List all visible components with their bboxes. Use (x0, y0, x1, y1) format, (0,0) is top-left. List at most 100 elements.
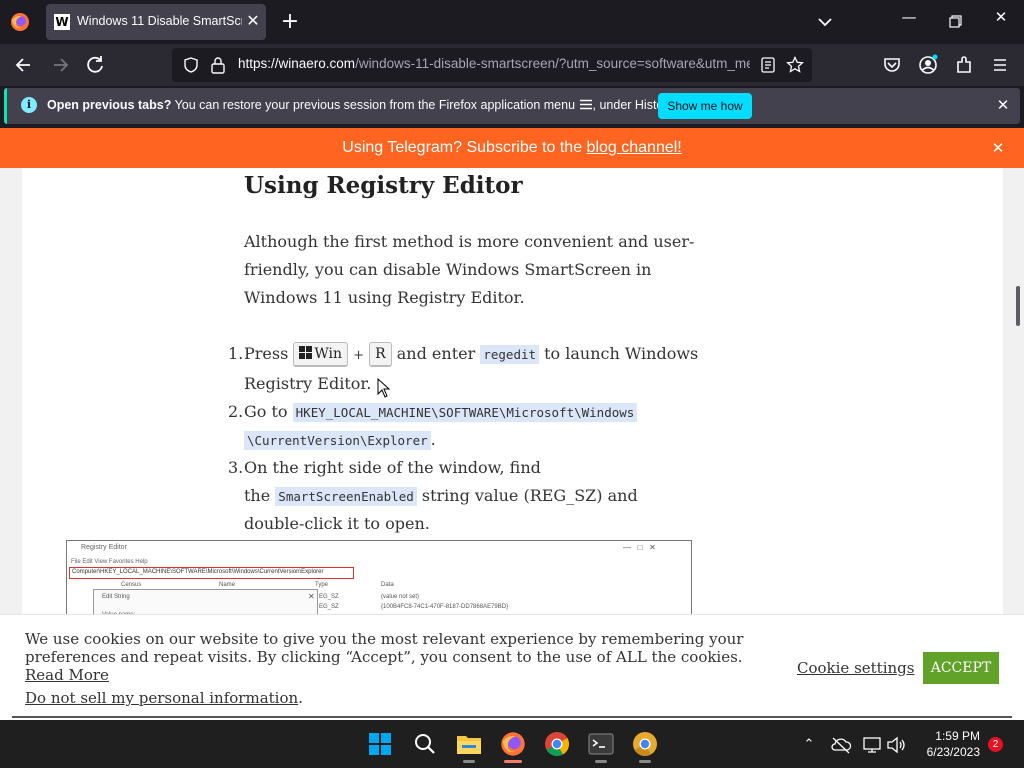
screenshot-col-data: Data (381, 582, 394, 588)
accept-cookies-button[interactable]: ACCEPT (923, 652, 999, 684)
volume-speaker-icon[interactable] (885, 734, 907, 756)
key-plus: + (353, 348, 365, 363)
smartscreenenabled-code: SmartScreenEnabled (275, 487, 417, 506)
intro-line-1: Although the first method is more conven… (244, 232, 695, 251)
step-3-line-3: double-click it to open. (244, 514, 430, 533)
url-path: /windows-11-disable-smartscreen/?utm_sou… (355, 56, 750, 71)
reader-view-icon[interactable] (760, 57, 776, 73)
window-restore-icon[interactable] (940, 8, 970, 36)
key-win-label: Win (314, 346, 343, 362)
screenshot-window-controls-icon: — □ ✕ (623, 543, 656, 552)
firefox-menu-icon[interactable] (10, 12, 30, 32)
step-3-text-a: the (244, 486, 276, 505)
notification-close-icon[interactable]: ✕ (993, 95, 1013, 115)
tab-close-icon[interactable]: ✕ (245, 12, 261, 30)
page-scrollbar-thumb[interactable] (1016, 286, 1020, 326)
forward-arrow-icon[interactable] (46, 52, 74, 78)
navigation-toolbar: https://winaero.com/windows-11-disable-s… (0, 44, 1024, 86)
terminal-running-indicator (595, 760, 607, 763)
cookie-consent-banner: We use cookies on our website to give yo… (0, 614, 1024, 720)
restore-session-notification: i Open previous tabs? You can restore yo… (4, 88, 1020, 124)
key-win: Win (293, 342, 349, 367)
back-arrow-icon[interactable] (10, 52, 38, 78)
clock-date: 6/23/2023 (926, 745, 980, 759)
step-1-line-1: Press Win + R and enter regedit to launc… (244, 340, 698, 368)
search-icon[interactable] (409, 728, 441, 760)
screenshot-dialog-close-icon: ✕ (308, 592, 315, 601)
read-more-link[interactable]: Read More (25, 666, 109, 684)
cookie-text-line-2: preferences and repeat visits. By clicki… (25, 648, 743, 666)
step-2-text: Go to (244, 402, 293, 421)
windows-logo-icon (299, 346, 313, 359)
new-tab-plus-icon[interactable]: + (278, 10, 302, 34)
chrome-logo-icon (545, 732, 570, 757)
step-2-line-1: Go to HKEY_LOCAL_MACHINE\SOFTWARE\Micros… (244, 402, 638, 422)
tracking-protection-shield-icon[interactable] (182, 56, 200, 74)
telegram-banner: Using Telegram? Subscribe to the blog ch… (0, 128, 1024, 168)
screenshot-tree-item: Census (121, 582, 142, 588)
registry-path-code-2: \CurrentVersion\Explorer (244, 431, 431, 450)
screenshot-menu: File Edit View Favorites Help (71, 559, 148, 565)
url-bar[interactable]: https://winaero.com/windows-11-disable-s… (172, 48, 812, 82)
canary-running-indicator (639, 760, 651, 763)
network-monitor-icon[interactable] (861, 734, 883, 756)
step-3-line-2: the SmartScreenEnabled string value (REG… (244, 486, 638, 506)
cookie-settings-link[interactable]: Cookie settings (797, 659, 914, 677)
notification-count-badge[interactable]: 2 (988, 737, 1003, 752)
show-me-how-button[interactable]: Show me how (658, 93, 752, 119)
system-clock[interactable]: 1:59 PM 6/23/2023 (908, 728, 980, 762)
account-avatar-icon[interactable] (914, 52, 942, 78)
screenshot-type-2: EG_SZ (319, 604, 339, 610)
firefox-active-indicator (504, 760, 522, 763)
screenshot-data-2: {100B4FC8-74C1-470F-8187-DD7868AE79BD} (381, 604, 509, 610)
screenshot-dialog-title: Edit String (102, 594, 130, 600)
url-host: https://winaero.com (238, 56, 356, 71)
step-3-text-b: string value (REG_SZ) and (416, 486, 638, 505)
file-explorer-folder-icon[interactable] (453, 728, 485, 763)
list-all-tabs-chevron-down-icon[interactable] (812, 10, 838, 34)
firefox-logo-icon (501, 732, 525, 756)
pocket-icon[interactable] (878, 52, 906, 78)
do-not-sell-row: Do not sell my personal information. (25, 689, 303, 707)
regedit-code: regedit (480, 345, 540, 364)
step-2-line-2: \CurrentVersion\Explorer. (244, 430, 436, 450)
window-close-icon[interactable]: ✕ (986, 8, 1016, 36)
lock-icon[interactable] (210, 56, 226, 74)
step-1-line-2: Registry Editor. (244, 374, 372, 393)
windows-start-logo-icon (369, 733, 391, 755)
notification-title: Open previous tabs? (47, 98, 172, 112)
notification-body: You can restore your previous session fr… (171, 98, 576, 112)
bookmark-star-icon[interactable] (786, 56, 804, 74)
tab-active[interactable]: W Windows 11 Disable SmartScreen ✕ (46, 4, 266, 40)
screenshot-col-type: Type (315, 582, 329, 588)
window-minimize-icon[interactable]: — (894, 8, 924, 36)
info-icon: i (21, 97, 37, 113)
winaero-favicon-icon: W (54, 14, 70, 30)
firefox-taskbar-icon[interactable] (497, 728, 529, 763)
do-not-sell-link[interactable]: Do not sell my personal information (25, 689, 298, 707)
extensions-puzzle-icon[interactable] (950, 52, 978, 78)
onedrive-cloud-icon[interactable] (830, 734, 852, 756)
step-1-text-b: and enter (391, 344, 481, 363)
blog-channel-link[interactable]: blog channel! (587, 139, 682, 156)
show-hidden-icons-chevron-up-icon[interactable]: ⌃ (798, 734, 820, 756)
terminal-taskbar-icon[interactable] (585, 728, 617, 763)
url-text[interactable]: https://winaero.com/windows-11-disable-s… (238, 56, 750, 74)
reload-icon[interactable] (82, 52, 110, 78)
chrome-taskbar-icon[interactable] (541, 728, 573, 760)
step-3-line-1: On the right side of the window, find (244, 458, 541, 477)
step-1-text-c: to launch Windows (539, 344, 699, 363)
intro-line-2: friendly, you can disable Windows SmartS… (244, 260, 652, 279)
clock-time: 1:59 PM (935, 729, 980, 743)
mouse-cursor-icon (377, 378, 391, 398)
step-2-number: 2. (228, 402, 244, 421)
intro-line-3: Windows 11 using Registry Editor. (244, 288, 525, 307)
do-not-sell-period: . (298, 689, 303, 707)
telegram-banner-close-icon[interactable]: ✕ (988, 138, 1008, 158)
start-windows-icon[interactable] (364, 728, 396, 760)
windows-taskbar: ⌃ 1:59 PM 6/23/2023 (0, 720, 1024, 768)
chrome-canary-taskbar-icon[interactable] (629, 728, 661, 763)
app-menu-hamburger-icon[interactable] (986, 52, 1014, 78)
screenshot-window-title: Registry Editor (81, 544, 127, 551)
tab-title: Windows 11 Disable SmartScreen (77, 14, 242, 28)
